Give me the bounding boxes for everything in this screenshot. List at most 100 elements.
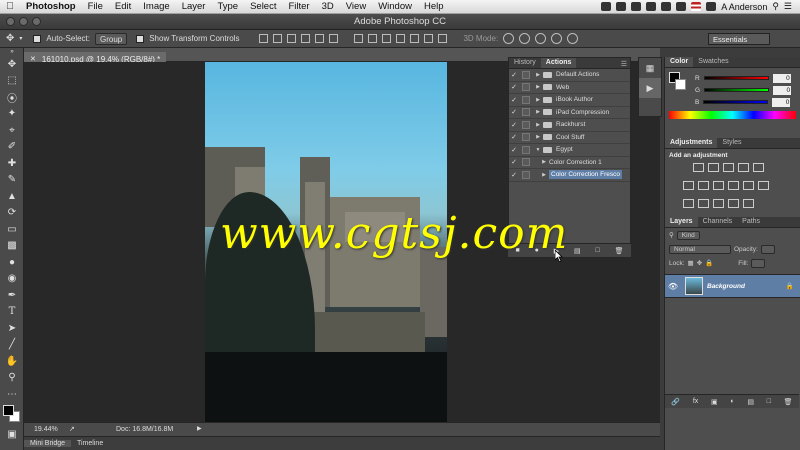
action-row[interactable]: ✓ ▼ Egypt (509, 144, 630, 157)
action-toggle-checkmark-icon[interactable]: ✓ (509, 146, 519, 154)
disclosure-triangle-icon[interactable]: ▶ (533, 72, 543, 78)
panel-menu-icon[interactable]: ☰ (621, 60, 630, 68)
visibility-eye-icon[interactable]: 👁 (665, 282, 681, 291)
action-row[interactable]: ✓ ▶ Rackhurst (509, 119, 630, 132)
color-swatches-icon[interactable] (0, 403, 24, 427)
distribute-bottom-icon[interactable] (382, 34, 392, 43)
export-icon[interactable]: ↗ (69, 425, 75, 433)
layer-thumbnail[interactable] (685, 277, 703, 295)
status-icon[interactable] (616, 2, 627, 11)
status-icon[interactable] (601, 2, 612, 11)
show-transform-checkbox[interactable] (136, 34, 145, 43)
layer-name[interactable]: Background (707, 283, 745, 290)
align-center-icon[interactable] (315, 34, 325, 43)
disclosure-triangle-icon[interactable]: ▶ (539, 172, 549, 178)
dialog-toggle-box[interactable] (522, 83, 530, 92)
align-right-icon[interactable] (329, 34, 339, 43)
apple-icon[interactable]:  (0, 1, 20, 12)
minimize-button[interactable] (19, 17, 28, 26)
disclosure-triangle-icon[interactable]: ▶ (533, 84, 543, 90)
exposure-icon[interactable] (738, 163, 749, 172)
threshold-icon[interactable] (713, 199, 724, 208)
volume-icon[interactable] (676, 2, 687, 11)
align-top-icon[interactable] (259, 34, 269, 43)
menu-window[interactable]: Window (372, 1, 418, 12)
brightness-icon[interactable] (693, 163, 704, 172)
opacity-input[interactable] (760, 244, 775, 254)
black-white-icon[interactable] (713, 181, 724, 190)
tab-color[interactable]: Color (665, 57, 694, 67)
crop-tool-icon[interactable]: ⌖ (0, 122, 24, 139)
color-spectrum-bar[interactable] (669, 111, 796, 119)
history-panel-icon[interactable]: ▦ (639, 58, 661, 78)
status-menu-chevron-icon[interactable]: ▶ (197, 425, 202, 432)
dialog-toggle-box[interactable] (522, 170, 530, 179)
fill-input[interactable] (751, 258, 766, 268)
disclosure-triangle-icon[interactable]: ▼ (533, 147, 543, 153)
3d-rotate-icon[interactable] (503, 33, 515, 44)
magic-wand-icon[interactable]: ✦ (0, 106, 24, 123)
menu-file[interactable]: File (82, 1, 109, 12)
tab-timeline[interactable]: Timeline (71, 440, 109, 447)
disclosure-triangle-icon[interactable]: ▶ (539, 159, 549, 165)
tab-mini-bridge[interactable]: Mini Bridge (24, 440, 72, 447)
move-tool-icon[interactable]: ✥ (0, 56, 24, 73)
3d-scale-icon[interactable] (567, 33, 579, 44)
align-left-icon[interactable] (301, 34, 311, 43)
posterize-icon[interactable] (698, 199, 709, 208)
color-lookup-icon[interactable] (758, 181, 769, 190)
disclosure-triangle-icon[interactable]: ▶ (533, 109, 543, 115)
blue-value-input[interactable]: 0 (772, 97, 791, 107)
filter-search-icon[interactable]: ⚲ (669, 231, 674, 239)
battery-icon[interactable] (706, 2, 717, 11)
background-color-swatch[interactable] (675, 79, 686, 90)
tab-channels[interactable]: Channels (698, 217, 738, 227)
menu-select[interactable]: Select (244, 1, 282, 12)
selective-color-icon[interactable] (743, 199, 754, 208)
lasso-tool-icon[interactable]: ⦿ (0, 89, 24, 106)
menu-app[interactable]: Photoshop (20, 1, 82, 12)
pen-tool-icon[interactable]: ✒ (0, 287, 24, 304)
distribute-right-icon[interactable] (424, 34, 434, 43)
delete-layer-icon[interactable]: 🗑 (784, 398, 793, 406)
user-name[interactable]: A Anderson (721, 2, 767, 12)
distribute-left-icon[interactable] (396, 34, 406, 43)
dialog-toggle-box[interactable] (522, 108, 530, 117)
add-mask-icon[interactable]: ▣ (711, 398, 718, 406)
tab-actions[interactable]: Actions (540, 58, 577, 68)
vibrance-icon[interactable] (753, 163, 764, 172)
action-row[interactable]: ✓ ▶ Web (509, 82, 630, 94)
menu-help[interactable]: Help (418, 1, 450, 12)
photo-filter-icon[interactable] (728, 181, 739, 190)
more-tools-icon[interactable]: ⋯ (0, 386, 24, 403)
action-toggle-checkmark-icon[interactable]: ✓ (509, 121, 519, 129)
link-layers-icon[interactable]: 🔗 (671, 398, 680, 406)
action-row[interactable]: ✓ ▶ Cool Stuff (509, 132, 630, 144)
tab-styles[interactable]: Styles (717, 138, 746, 148)
action-row[interactable]: ✓ ▶ Color Correction 1 (509, 157, 630, 169)
doc-size[interactable]: Doc: 16.8M/16.8M (116, 426, 173, 433)
menu-edit[interactable]: Edit (109, 1, 137, 12)
action-toggle-checkmark-icon[interactable]: ✓ (509, 71, 519, 79)
align-bottom-icon[interactable] (287, 34, 297, 43)
lock-position-icon[interactable]: ✥ (697, 259, 702, 267)
auto-align-icon[interactable] (438, 34, 448, 43)
line-tool-icon[interactable]: ╱ (0, 337, 24, 354)
dialog-toggle-box[interactable] (522, 70, 530, 79)
new-set-folder-icon[interactable]: ▤ (574, 247, 581, 255)
close-button[interactable] (6, 17, 15, 26)
distribute-center-icon[interactable] (410, 34, 420, 43)
tab-history[interactable]: History (509, 58, 541, 68)
clone-stamp-icon[interactable]: ▲ (0, 188, 24, 205)
menu-type[interactable]: Type (211, 1, 244, 12)
3d-slide-icon[interactable] (551, 33, 563, 44)
tab-layers[interactable]: Layers (665, 217, 698, 227)
history-brush-icon[interactable]: ⟳ (0, 205, 24, 222)
action-toggle-checkmark-icon[interactable]: ✓ (509, 83, 519, 91)
brush-tool-icon[interactable]: ✎ (0, 172, 24, 189)
workspace-dropdown[interactable]: Essentials (708, 33, 770, 45)
dialog-toggle-box[interactable] (522, 158, 530, 167)
invert-icon[interactable] (683, 199, 694, 208)
auto-select-checkbox[interactable] (33, 34, 42, 43)
dialog-toggle-box[interactable] (522, 120, 530, 129)
